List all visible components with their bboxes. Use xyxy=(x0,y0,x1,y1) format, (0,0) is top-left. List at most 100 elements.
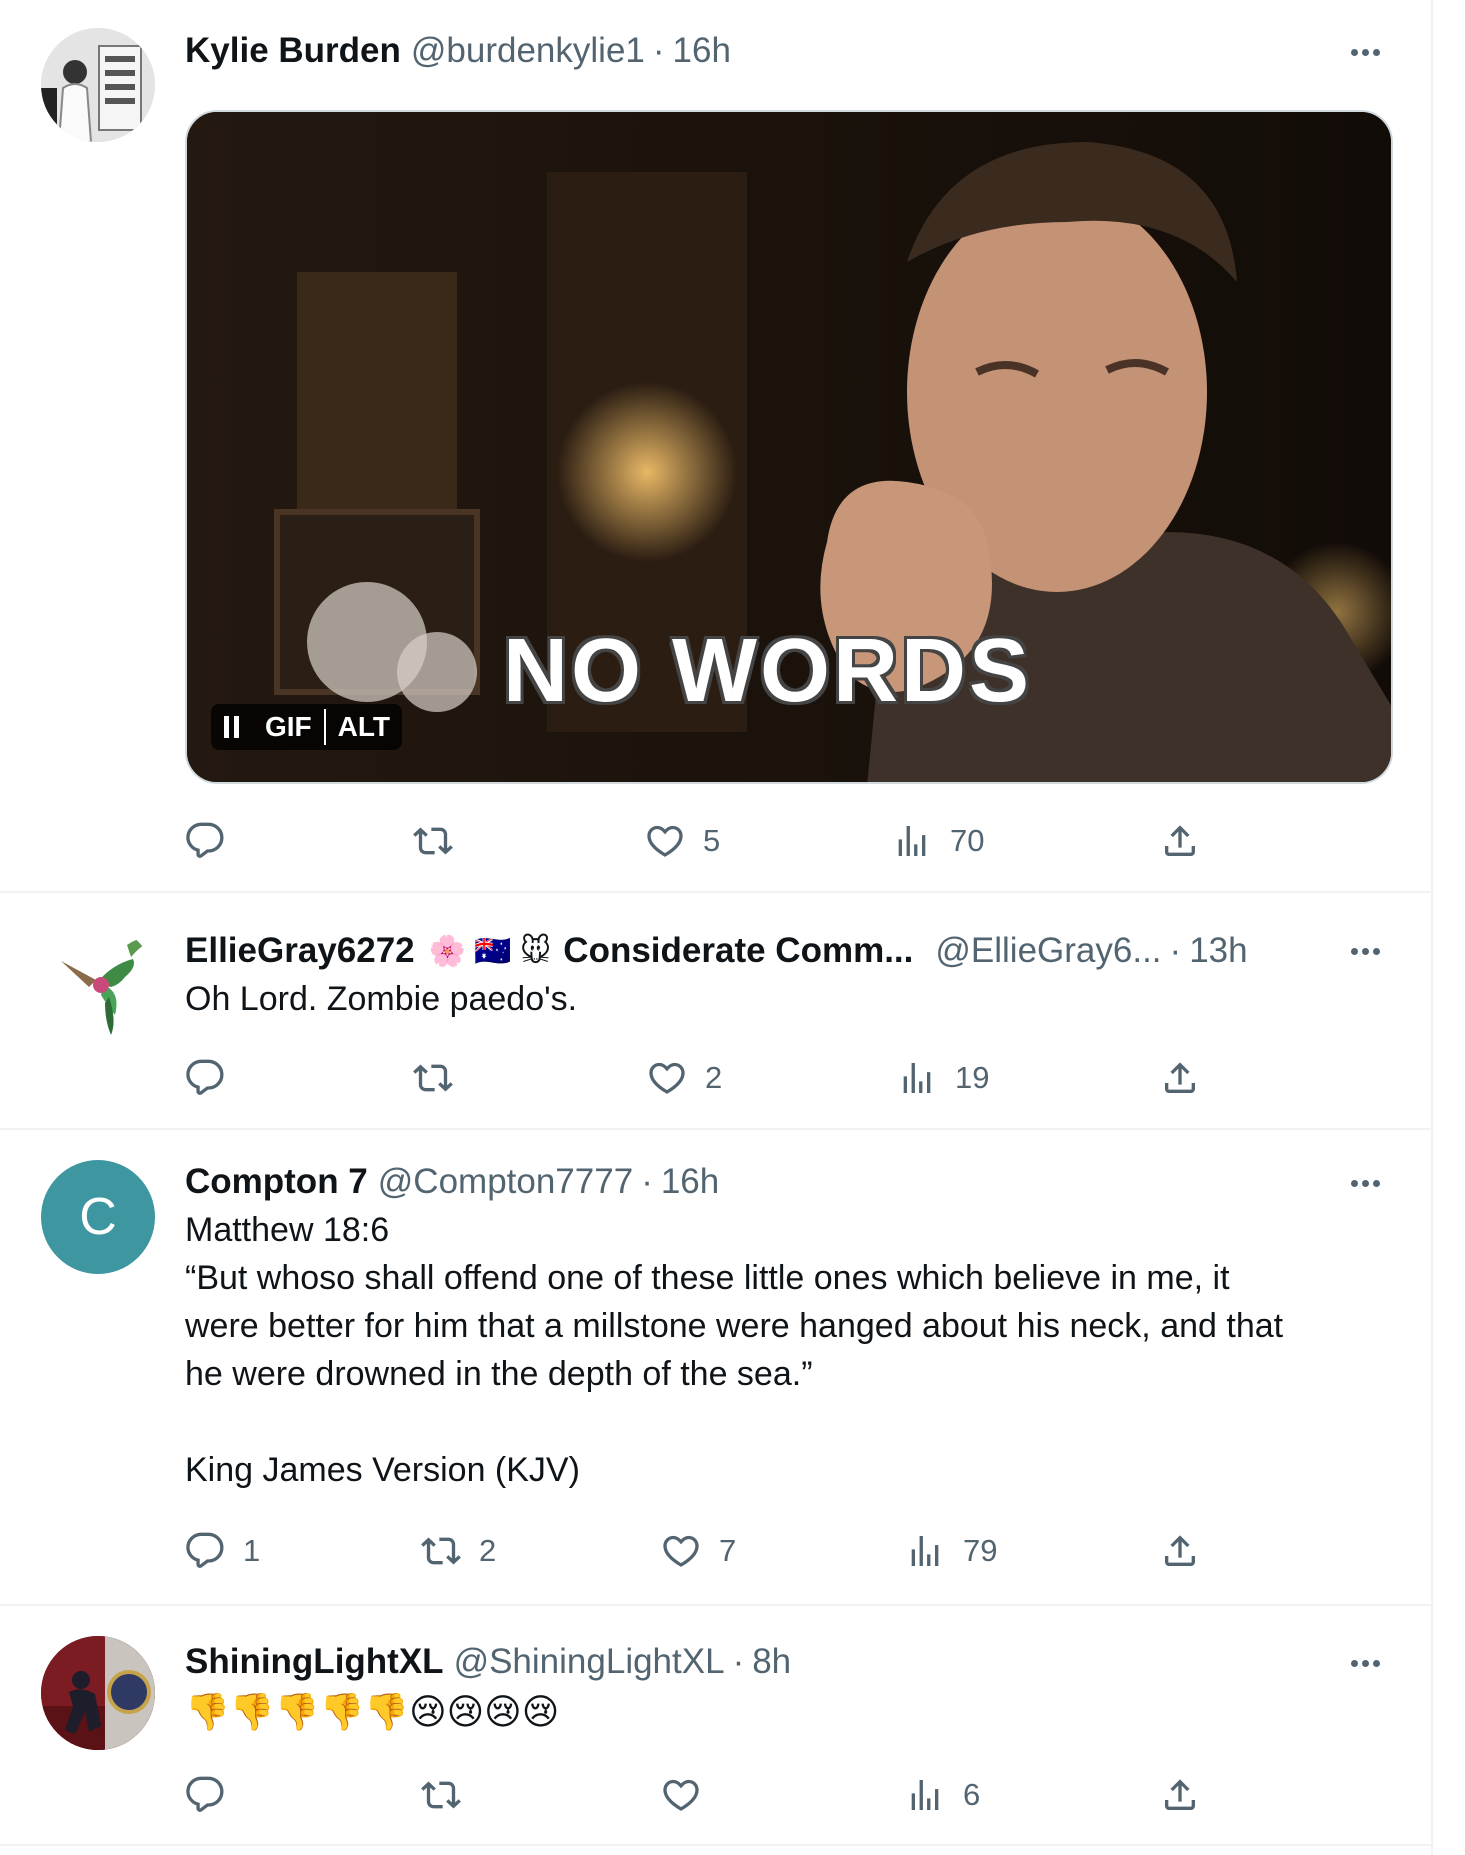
retweet-button[interactable] xyxy=(421,1770,479,1820)
action-bar: 2 19 xyxy=(185,1053,1220,1103)
analytics-icon xyxy=(898,826,926,856)
like-count: 5 xyxy=(703,823,721,858)
tweet-text-line xyxy=(185,1398,1400,1446)
analytics-icon xyxy=(911,1780,939,1810)
reply-button[interactable] xyxy=(185,1053,243,1103)
separator-dot: · xyxy=(641,1162,653,1201)
retweet-button[interactable]: 2 xyxy=(421,1526,496,1576)
more-icon xyxy=(1350,1659,1358,1667)
name-badges: 🌸 🇦🇺 🐭 xyxy=(428,934,552,968)
share-button[interactable] xyxy=(1160,1053,1200,1103)
share-button[interactable] xyxy=(1160,1526,1200,1576)
avatar[interactable] xyxy=(41,28,155,142)
tweet-text: 👎👎👎👎👎😢😢😢😢 xyxy=(185,1691,560,1732)
user-handle[interactable]: @EllieGray6... xyxy=(935,931,1161,971)
views-button[interactable]: 6 xyxy=(905,1770,980,1820)
gif-badge: GIF xyxy=(265,711,312,742)
display-name[interactable]: ShiningLightXL xyxy=(185,1642,444,1682)
like-button[interactable] xyxy=(661,1770,719,1820)
separator-dot: · xyxy=(732,1642,745,1681)
reply-icon xyxy=(186,1059,224,1095)
view-count: 79 xyxy=(963,1533,998,1568)
alt-text-button[interactable]: ALT xyxy=(326,704,402,750)
heart-icon xyxy=(647,825,683,857)
reply-icon xyxy=(186,822,224,858)
tweet-text-line: he were drowned in the depth of the sea.… xyxy=(185,1355,813,1393)
tweet-text-line: were better for him that a millstone wer… xyxy=(185,1307,1284,1345)
reply-button[interactable] xyxy=(185,816,243,866)
avatar-image xyxy=(41,28,155,142)
tweet[interactable]: C Compton 7 @Compton7777 · 16h Matthew 1… xyxy=(0,1130,1433,1606)
timeline: Kylie Burden @burdenkylie1 · 16h NO WORD… xyxy=(0,0,1433,1855)
like-button[interactable]: 7 xyxy=(661,1526,736,1576)
avatar[interactable] xyxy=(41,1636,155,1750)
tweet[interactable]: Kylie Burden @burdenkylie1 · 16h NO WORD… xyxy=(0,0,1433,893)
tweet[interactable]: ShiningLightXL @ShiningLightXL · 8h 👎👎👎👎… xyxy=(0,1606,1433,1846)
more-options-button[interactable] xyxy=(1345,931,1385,971)
user-handle[interactable]: @Compton7777 xyxy=(378,1162,633,1202)
share-icon xyxy=(1165,1062,1195,1093)
share-button[interactable] xyxy=(1160,816,1200,866)
tweet-header: ShiningLightXL @ShiningLightXL · 8h xyxy=(185,1642,791,1682)
avatar-letter: C xyxy=(79,1188,117,1246)
heart-icon xyxy=(663,1535,699,1567)
reply-button[interactable] xyxy=(185,1770,243,1820)
views-button[interactable]: 19 xyxy=(897,1053,989,1103)
retweet-button[interactable] xyxy=(413,1053,471,1103)
timestamp[interactable]: 16h xyxy=(673,31,731,71)
more-icon xyxy=(1350,48,1358,56)
reply-icon xyxy=(186,1776,224,1812)
like-count: 7 xyxy=(719,1533,737,1568)
gif-controls: GIF ALT xyxy=(211,704,403,750)
analytics-icon xyxy=(911,1536,939,1566)
pause-button[interactable] xyxy=(211,704,253,750)
tweet-header: Kylie Burden @burdenkylie1 · 16h xyxy=(185,31,731,71)
action-bar: 1 2 7 79 xyxy=(185,1526,1220,1576)
more-options-button[interactable] xyxy=(1345,32,1385,72)
more-options-button[interactable] xyxy=(1345,1643,1385,1683)
more-icon xyxy=(1350,1179,1358,1187)
timestamp[interactable]: 13h xyxy=(1189,931,1247,971)
action-bar: 6 xyxy=(185,1770,1220,1820)
reply-count: 1 xyxy=(243,1533,261,1568)
tweet-text: Matthew 18:6 “But whoso shall offend one… xyxy=(185,1206,1400,1494)
display-name[interactable]: Kylie Burden xyxy=(185,31,401,71)
share-icon xyxy=(1165,1535,1195,1566)
timestamp[interactable]: 16h xyxy=(661,1162,719,1202)
analytics-icon xyxy=(903,1063,931,1093)
like-button[interactable]: 5 xyxy=(645,816,720,866)
tweet[interactable]: EllieGray6272 🌸 🇦🇺 🐭 Considerate Comm...… xyxy=(0,893,1433,1130)
avatar[interactable]: C xyxy=(41,1160,155,1274)
tweet-text-line: Matthew 18:6 xyxy=(185,1211,390,1249)
views-button[interactable]: 70 xyxy=(892,816,984,866)
view-count: 70 xyxy=(950,823,985,858)
retweet-button[interactable] xyxy=(413,816,471,866)
user-handle[interactable]: @burdenkylie1 xyxy=(411,31,645,71)
views-button[interactable]: 79 xyxy=(905,1526,997,1576)
separator-dot: · xyxy=(652,31,665,70)
separator-dot: · xyxy=(1169,931,1182,970)
retweet-icon xyxy=(421,1537,461,1565)
pause-icon xyxy=(224,716,239,738)
reply-icon xyxy=(186,1532,224,1568)
display-name-extra[interactable]: Considerate Comm... xyxy=(563,931,913,971)
like-button[interactable]: 2 xyxy=(647,1053,722,1103)
display-name[interactable]: Compton 7 xyxy=(185,1162,368,1202)
like-count: 2 xyxy=(705,1060,723,1095)
timestamp[interactable]: 8h xyxy=(752,1642,791,1682)
retweet-icon xyxy=(421,1781,461,1809)
share-button[interactable] xyxy=(1160,1770,1200,1820)
more-options-button[interactable] xyxy=(1345,1163,1385,1203)
user-handle[interactable]: @ShiningLightXL xyxy=(454,1642,725,1682)
view-count: 19 xyxy=(955,1060,990,1095)
display-name[interactable]: EllieGray6272 xyxy=(185,931,415,971)
avatar[interactable] xyxy=(41,925,155,1039)
reply-button[interactable]: 1 xyxy=(185,1526,260,1576)
gif-media[interactable]: NO WORDS GIF ALT xyxy=(185,110,1393,784)
retweet-icon xyxy=(413,827,453,855)
retweet-count: 2 xyxy=(479,1533,497,1568)
tweet-text-line: “But whoso shall offend one of these lit… xyxy=(185,1259,1230,1297)
avatar-image xyxy=(41,1636,155,1750)
gif-caption: NO WORDS xyxy=(503,621,1032,721)
more-icon xyxy=(1350,947,1358,955)
